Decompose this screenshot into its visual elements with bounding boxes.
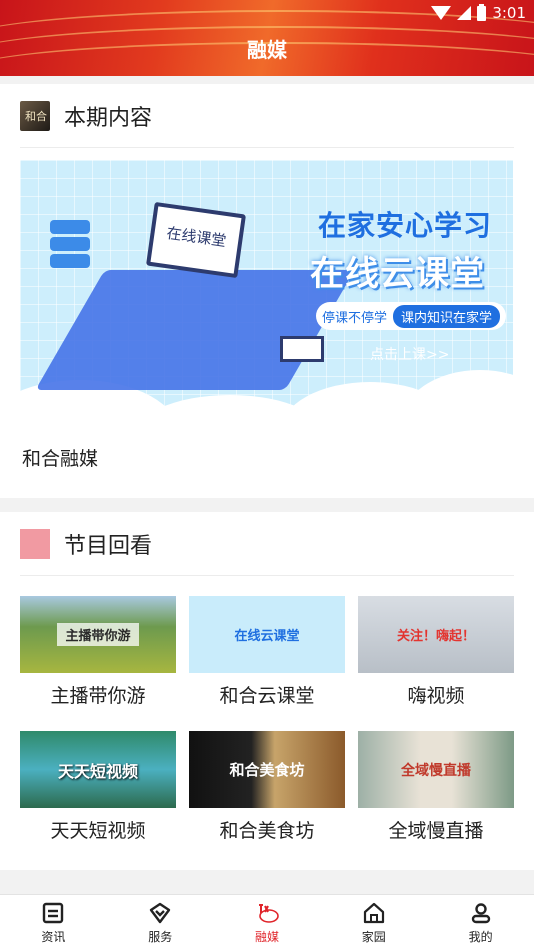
banner-pill: 停课不停学 课内知识在家学 [316,302,507,330]
program-item-slow-live[interactable]: 全域慢直播 全域慢直播 [358,731,514,846]
program-thumbnail[interactable]: 全域慢直播 [358,731,514,808]
cloud-decoration [400,370,513,436]
blackboard: 在线课堂 [145,201,247,279]
program-label[interactable]: 和合美食坊 [189,816,345,846]
section-square-icon [20,528,50,559]
tab-media[interactable]: 融媒 [214,895,321,950]
program-thumbnail[interactable]: 和合美食坊 [189,731,345,808]
program-thumbnail[interactable]: 主播带你游 [20,596,176,673]
program-grid: 主播带你游 主播带你游 在线云课堂 和合云课堂 关注！嗨起！ 嗨视频 天天短视频… [20,596,514,846]
section-header: 节目回看 [20,512,514,576]
program-label[interactable]: 主播带你游 [20,681,176,711]
pill-right-text: 课内知识在家学 [393,304,501,328]
status-time: 3:01 [492,4,526,22]
tab-label: 服务 [148,929,173,944]
profile-icon [471,902,490,923]
program-item-short-video[interactable]: 天天短视频 天天短视频 [20,731,176,846]
tab-label: 我的 [468,929,493,944]
home-icon [363,902,384,923]
classroom-platform [35,270,355,390]
program-item-food[interactable]: 和合美食坊 和合美食坊 [189,731,345,846]
section-title: 本期内容 [64,105,153,131]
pill-left-text: 停课不停学 [322,310,388,326]
issue-banner[interactable]: 在线课堂 在家安心学习 在线云课堂 停课不停学 课内知识在家学 点击上课>> [20,160,513,436]
program-label[interactable]: 全域慢直播 [358,816,514,846]
program-thumbnail[interactable]: 天天短视频 [20,731,176,808]
program-item-anchor-tour[interactable]: 主播带你游 主播带你游 [20,596,176,711]
tab-news[interactable]: 资讯 [0,895,107,950]
books-stack-icon [50,220,90,276]
news-icon [43,902,64,923]
tab-label: 融媒 [254,929,279,944]
banner-cta[interactable]: 点击上课>> [370,344,449,364]
replay-section: 节目回看 主播带你游 主播带你游 在线云课堂 和合云课堂 关注！嗨起！ 嗨视频 … [0,512,534,870]
program-label[interactable]: 和合云课堂 [189,681,345,711]
battery-icon [477,3,487,21]
media-logo-icon [258,903,279,923]
program-label[interactable]: 嗨视频 [358,681,514,711]
program-item-cloud-class[interactable]: 在线云课堂 和合云课堂 [189,596,345,711]
banner-headline-1: 在家安心学习 [318,209,493,242]
section-header: 和合 本期内容 [20,84,514,148]
tab-service[interactable]: 服务 [107,895,214,950]
banner-caption[interactable]: 和合融媒 [22,444,98,471]
section-title: 节目回看 [64,533,153,559]
tab-label: 资讯 [41,929,66,944]
page-title: 融媒 [247,38,287,62]
app-header: 3:01 融媒 [0,0,534,76]
program-item-hi-video[interactable]: 关注！嗨起！ 嗨视频 [358,596,514,711]
section-logo-icon: 和合 [20,100,50,131]
program-label[interactable]: 天天短视频 [20,816,176,846]
bottom-tab-bar: 资讯 服务 融媒 家园 我的 [0,894,534,950]
tab-home[interactable]: 家园 [320,895,427,950]
tab-label: 家园 [361,929,386,944]
status-bar: 3:01 [431,2,526,24]
signal-icon [457,6,472,20]
program-thumbnail[interactable]: 关注！嗨起！ [358,596,514,673]
banner-headline-2: 在线云课堂 [310,254,485,294]
service-icon [149,902,171,923]
tab-profile[interactable]: 我的 [427,895,534,950]
laptop-icon [280,336,324,362]
current-issue-section: 和合 本期内容 在线课堂 在家安心学习 在线云课堂 停课不停学 课内知识在家学 … [0,84,534,498]
program-thumbnail[interactable]: 在线云课堂 [189,596,345,673]
wifi-icon [431,6,452,20]
